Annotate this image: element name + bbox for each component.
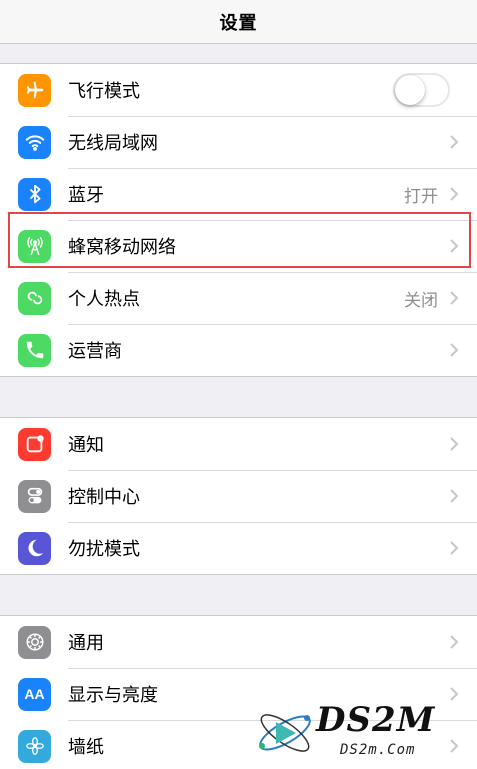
- settings-row-label: 飞行模式: [68, 81, 140, 102]
- navigation-bar: 设置: [0, 0, 477, 44]
- chevron-right-icon: [450, 541, 459, 555]
- notifications-icon: [18, 427, 51, 461]
- watermark-brand-text: DS2M: [316, 700, 436, 740]
- chevron-right-icon: [450, 291, 459, 305]
- settings-row-control-center[interactable]: 控制中心: [0, 470, 477, 522]
- settings-row-label: 运营商: [68, 341, 122, 362]
- airplane-icon: [18, 73, 51, 107]
- settings-row-label: 无线局域网: [68, 133, 158, 154]
- section-spacer: [0, 575, 477, 615]
- bluetooth-icon: [18, 177, 51, 211]
- settings-row-bluetooth[interactable]: 蓝牙 打开: [0, 168, 477, 220]
- cellular-icon: [18, 229, 51, 263]
- chevron-right-icon: [450, 635, 459, 649]
- airplane-mode-toggle[interactable]: [393, 73, 450, 107]
- control-center-icon: [18, 479, 51, 513]
- settings-row-cellular[interactable]: 蜂窝移动网络: [0, 220, 477, 272]
- settings-row-label: 蓝牙: [68, 185, 104, 206]
- moon-icon: [18, 531, 51, 565]
- settings-row-label: 蜂窝移动网络: [68, 237, 176, 258]
- chevron-right-icon: [450, 489, 459, 503]
- settings-row-label: 通知: [68, 435, 104, 456]
- display-brightness-icon-text: AA: [24, 686, 45, 702]
- wifi-icon: [18, 125, 51, 159]
- settings-row-personal-hotspot[interactable]: 个人热点 关闭: [0, 272, 477, 324]
- wallpaper-flower-icon: [18, 729, 51, 763]
- page-title: 设置: [219, 12, 258, 34]
- chevron-right-icon: [450, 187, 459, 201]
- chevron-right-icon: [450, 135, 459, 149]
- settings-row-label: 控制中心: [68, 487, 140, 508]
- section-spacer: [0, 44, 477, 63]
- watermark-url-text: DS2m.Com: [340, 742, 416, 758]
- ds2m-logo-icon: [259, 714, 311, 752]
- section-spacer: [0, 377, 477, 417]
- chevron-right-icon: [450, 239, 459, 253]
- chevron-right-icon: [450, 437, 459, 451]
- settings-row-label: 勿扰模式: [68, 539, 140, 560]
- settings-row-carrier[interactable]: 运营商: [0, 324, 477, 376]
- settings-row-airplane-mode: 飞行模式: [0, 64, 477, 116]
- chevron-right-icon: [450, 343, 459, 357]
- settings-row-label: 个人热点: [68, 289, 140, 310]
- toggle-knob: [395, 75, 425, 105]
- display-brightness-icon: AA: [18, 677, 51, 711]
- phone-icon: [18, 333, 51, 367]
- settings-row-notifications[interactable]: 通知: [0, 418, 477, 470]
- hotspot-icon: [18, 281, 51, 315]
- settings-row-do-not-disturb[interactable]: 勿扰模式: [0, 522, 477, 574]
- settings-group-connectivity: 飞行模式 无线局域网 蓝牙 打开 蜂窝移动网络 个人热点 关闭 运营商: [0, 63, 477, 377]
- gear-icon: [18, 625, 51, 659]
- settings-row-wifi[interactable]: 无线局域网: [0, 116, 477, 168]
- settings-row-general[interactable]: 通用: [0, 616, 477, 668]
- settings-group-notifications: 通知 控制中心 勿扰模式: [0, 417, 477, 575]
- ds2m-watermark: DS2M DS2m.Com: [252, 700, 467, 766]
- hotspot-status: 关闭: [404, 290, 438, 311]
- settings-row-label: 通用: [68, 633, 104, 654]
- bluetooth-status: 打开: [404, 186, 438, 207]
